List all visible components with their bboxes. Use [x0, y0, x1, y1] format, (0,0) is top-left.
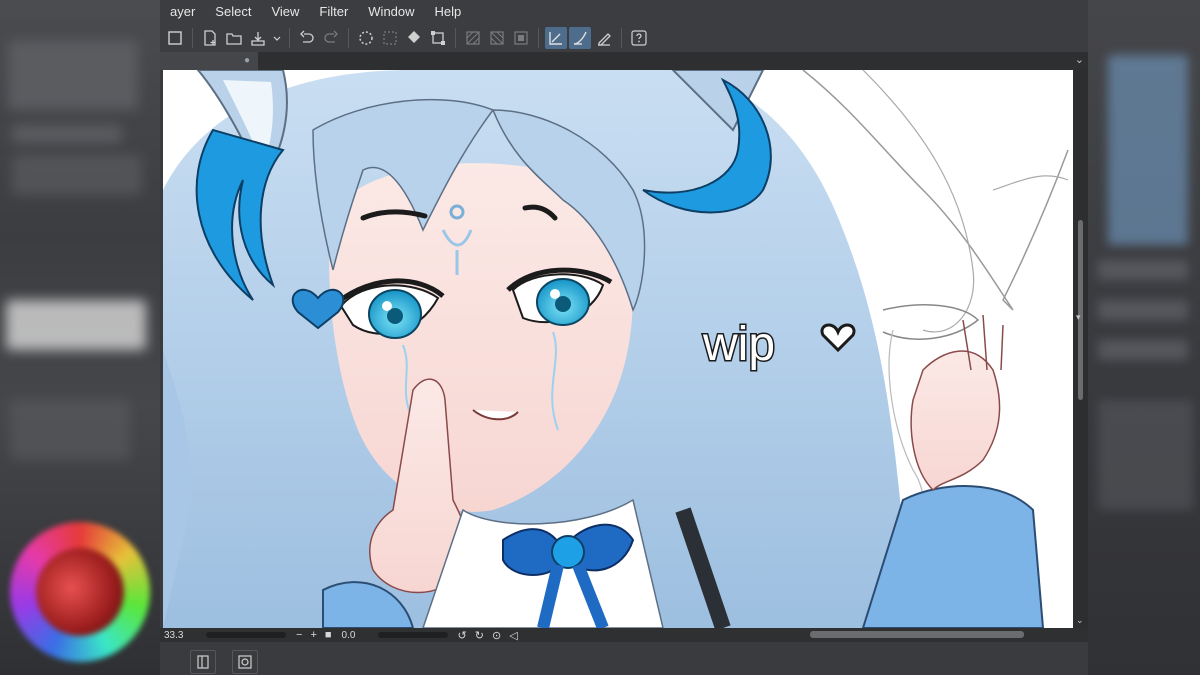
- right-panel-blurred: [1088, 0, 1200, 675]
- separator: [621, 28, 622, 48]
- panel-icon[interactable]: [164, 27, 186, 49]
- zoom-out-button[interactable]: −: [296, 629, 302, 641]
- menu-help[interactable]: Help: [425, 0, 472, 24]
- stop-icon[interactable]: ■: [325, 629, 332, 641]
- document-tab[interactable]: ●: [160, 52, 258, 70]
- rotate-right-icon[interactable]: ↻: [475, 629, 484, 642]
- close-icon[interactable]: ●: [244, 55, 250, 66]
- bottom-panel: [160, 642, 1088, 675]
- chevron-down-icon[interactable]: [271, 27, 283, 49]
- menu-window[interactable]: Window: [358, 0, 424, 24]
- chevron-down-icon[interactable]: ⌄: [1075, 53, 1084, 66]
- separator: [455, 28, 456, 48]
- rotate-left-icon[interactable]: ↺: [458, 629, 467, 642]
- command-toolbar: [160, 24, 1088, 53]
- zoom-in-button[interactable]: +: [310, 629, 316, 641]
- hatch-icon[interactable]: [462, 27, 484, 49]
- help-icon[interactable]: [628, 27, 650, 49]
- scroll-down-arrow[interactable]: ⌄: [1076, 615, 1084, 626]
- open-folder-icon[interactable]: [223, 27, 245, 49]
- menu-filter[interactable]: Filter: [309, 0, 358, 24]
- new-file-icon[interactable]: [199, 27, 221, 49]
- artwork-illustration: wip: [163, 70, 1069, 628]
- hatch2-icon[interactable]: [486, 27, 508, 49]
- vertical-scroll-thumb[interactable]: [1078, 220, 1083, 400]
- navigator-icon[interactable]: [232, 650, 258, 674]
- rotation-slider[interactable]: [377, 632, 448, 638]
- menu-view[interactable]: View: [261, 0, 309, 24]
- pen-snap-icon[interactable]: [593, 27, 615, 49]
- deselect-icon[interactable]: [379, 27, 401, 49]
- separator: [538, 28, 539, 48]
- undo-icon[interactable]: [296, 27, 318, 49]
- vertical-scrollbar[interactable]: ▾ ⌄: [1073, 70, 1088, 628]
- zoom-value[interactable]: 33.3: [160, 630, 200, 641]
- left-panel-blurred: [0, 0, 160, 675]
- separator: [348, 28, 349, 48]
- separator: [192, 28, 193, 48]
- reset-rotation-icon[interactable]: ⊙: [492, 629, 501, 642]
- status-bar: 33.3 − + ■ 0.0 ↺ ↻ ⊙ ◁: [160, 628, 1088, 642]
- zoom-slider[interactable]: [206, 632, 286, 638]
- layer-panel-icon[interactable]: [190, 650, 216, 674]
- hatch3-icon[interactable]: [510, 27, 532, 49]
- curve-snap-icon[interactable]: [569, 27, 591, 49]
- menu-bar: ayer Select View Filter Window Help: [160, 0, 1088, 24]
- document-tab-strip: ● ⌄: [160, 52, 1088, 70]
- horizontal-scroll-thumb[interactable]: [810, 631, 1024, 638]
- separator: [289, 28, 290, 48]
- flip-icon[interactable]: ◁: [509, 629, 517, 642]
- fill-icon[interactable]: [403, 27, 425, 49]
- wip-text: wip: [702, 318, 775, 371]
- drawing-canvas[interactable]: wip: [163, 70, 1073, 628]
- menu-select[interactable]: Select: [205, 0, 261, 24]
- color-wheel[interactable]: [10, 522, 150, 662]
- rotation-value[interactable]: 0.0: [342, 630, 372, 641]
- transform-icon[interactable]: [427, 27, 449, 49]
- ruler-snap-icon[interactable]: [545, 27, 567, 49]
- menu-layer[interactable]: ayer: [160, 0, 205, 24]
- scroll-down-arrow[interactable]: ▾: [1076, 312, 1081, 323]
- redo-icon[interactable]: [320, 27, 342, 49]
- save-icon[interactable]: [247, 27, 269, 49]
- loading-icon[interactable]: [355, 27, 377, 49]
